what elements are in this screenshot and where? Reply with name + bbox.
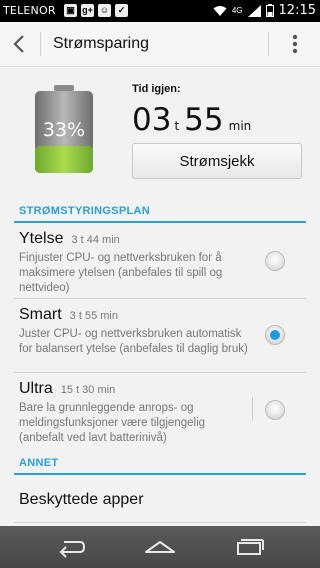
carrier-name: TELENOR (3, 4, 56, 17)
plan-time: 3 t 55 min (69, 310, 118, 322)
hours-value: 03 (132, 102, 172, 138)
section-title: ANNET (19, 457, 59, 469)
section-title: STRØMSTYRINGSPLAN (19, 205, 150, 217)
wifi-icon (213, 5, 227, 16)
plan-name: Smart (19, 306, 62, 323)
battery-percent: 33% (42, 119, 86, 141)
plan-name: Ultra (19, 380, 53, 397)
section-divider (14, 473, 306, 475)
overflow-menu-icon[interactable] (284, 32, 306, 56)
list-item-protected-apps[interactable]: Beskyttede apper (0, 485, 320, 523)
battery-graphic: 33% (33, 85, 95, 175)
image-icon: ▣ (64, 4, 77, 17)
section-header-plan: STRØMSTYRINGSPLAN (0, 201, 320, 223)
page-title: Strømsparing (53, 35, 150, 52)
home-nav-icon[interactable] (143, 534, 177, 560)
list-item-label: Beskyttede apper (19, 491, 144, 508)
plan-item-ultra[interactable]: Ultra 15 t 30 min Bare la grunnleggende … (0, 373, 320, 453)
recent-apps-nav-icon[interactable] (232, 534, 266, 560)
plan-item-smart[interactable]: Smart 3 t 55 min Juster CPU- og nettverk… (0, 299, 320, 373)
back-icon[interactable] (8, 32, 32, 56)
plan-radio-ytelse[interactable] (265, 251, 285, 271)
plan-item-ytelse[interactable]: Ytelse 3 t 44 min Finjuster CPU- og nett… (0, 223, 320, 299)
hours-unit: t (174, 119, 180, 133)
time-remaining-label: Tid igjen: (132, 83, 181, 95)
minutes-unit: min (228, 119, 252, 133)
notification-icons: ▣ g+ ☺ ✓ (64, 4, 128, 17)
plan-radio-smart[interactable] (265, 325, 285, 345)
section-header-other: ANNET (0, 453, 320, 475)
clock: 12:15 (278, 3, 316, 18)
app-bar: Strømsparing (0, 22, 320, 67)
plan-time: 15 t 30 min (60, 384, 116, 396)
minutes-value: 55 (184, 102, 224, 138)
divider (268, 32, 269, 56)
google-plus-icon: g+ (81, 4, 94, 17)
row-divider (14, 522, 306, 523)
signal-icon (247, 4, 261, 17)
divider (40, 32, 41, 56)
divider (252, 397, 253, 421)
clipboard-check-icon: ✓ (115, 4, 128, 17)
back-nav-icon[interactable] (54, 534, 88, 560)
plan-description: Finjuster CPU- og nettverksbruken for å … (19, 252, 223, 294)
plan-time: 3 t 44 min (71, 234, 120, 246)
plan-description: Juster CPU- og nettverksbruken automatis… (19, 328, 248, 355)
chat-icon: ☺ (98, 4, 111, 17)
power-check-button[interactable]: Strømsjekk (132, 143, 302, 179)
time-remaining: 03 t 55 min (132, 102, 251, 138)
plan-description: Bare la grunnleggende anrops- og melding… (19, 402, 206, 444)
battery-status-icon (265, 4, 274, 17)
plan-radio-ultra[interactable] (265, 400, 285, 420)
status-bar: TELENOR ▣ g+ ☺ ✓ 4G 12:15 (0, 0, 320, 22)
network-type: 4G (231, 6, 243, 15)
plan-name: Ytelse (19, 230, 64, 247)
navigation-bar (0, 526, 320, 568)
battery-summary: 33% Tid igjen: 03 t 55 min Strømsjekk (0, 67, 320, 197)
